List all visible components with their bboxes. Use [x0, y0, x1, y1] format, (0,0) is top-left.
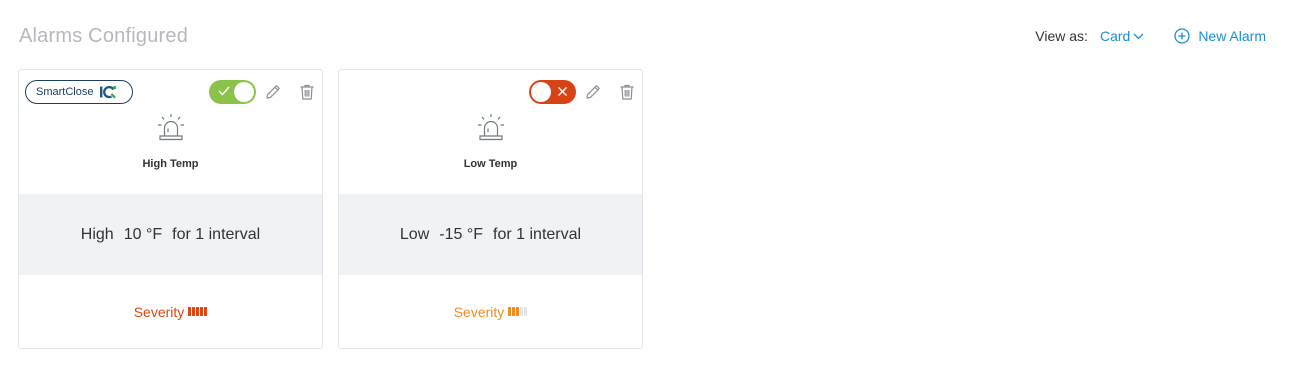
- alarm-condition: Low -15 °F for 1 interval: [339, 194, 642, 275]
- pencil-icon: [266, 85, 280, 99]
- condition-direction: Low: [399, 225, 430, 243]
- severity-bar: [200, 307, 204, 316]
- condition-for: for: [172, 225, 191, 243]
- severity-indicator: Severity: [339, 275, 642, 348]
- alarm-enable-toggle[interactable]: [529, 80, 576, 104]
- view-mode-dropdown[interactable]: Card: [1100, 28, 1144, 44]
- smartclose-badge: SmartClose: [25, 80, 133, 104]
- check-icon: [218, 86, 230, 96]
- new-alarm-button[interactable]: New Alarm: [1174, 28, 1266, 44]
- condition-count: 1: [195, 225, 205, 243]
- severity-label: Severity: [133, 303, 185, 320]
- condition-unit: °F: [145, 225, 163, 243]
- toolbar: View as: Card New Alarm: [1035, 28, 1266, 44]
- severity-label: Severity: [453, 303, 505, 320]
- severity-bars: [508, 307, 528, 316]
- condition-direction: High: [80, 225, 114, 243]
- delete-button[interactable]: [296, 81, 318, 103]
- condition-interval: interval: [529, 225, 582, 243]
- trash-icon: [620, 84, 634, 100]
- severity-bar: [192, 307, 196, 316]
- condition-unit: °F: [466, 225, 484, 243]
- severity-bars: [188, 307, 208, 316]
- page-title: Alarms Configured: [19, 25, 189, 47]
- severity-bar: [188, 307, 192, 316]
- severity-indicator: Severity: [19, 275, 322, 348]
- severity-bar: [196, 307, 200, 316]
- close-icon: [558, 87, 567, 96]
- alarm-name: High Temp: [142, 158, 199, 170]
- alarm-name: Low Temp: [463, 158, 518, 170]
- toggle-knob: [234, 82, 254, 102]
- trash-icon: [300, 84, 314, 100]
- severity-bar: [512, 307, 516, 316]
- toggle-knob: [531, 82, 551, 102]
- severity-bar: [204, 307, 208, 316]
- smartclose-iq-logo: [99, 85, 117, 99]
- edit-button[interactable]: [262, 81, 284, 103]
- delete-button[interactable]: [616, 81, 638, 103]
- alarm-card[interactable]: Low Temp Low -15 °F for 1 interval Sever…: [338, 69, 643, 349]
- severity-bar: [516, 307, 520, 316]
- condition-value: 10: [123, 225, 142, 243]
- alarm-siren-icon: [157, 114, 184, 141]
- condition-value: -15: [439, 225, 463, 243]
- pencil-icon: [586, 85, 600, 99]
- view-as-label: View as:: [1035, 28, 1088, 44]
- condition-count: 1: [516, 225, 526, 243]
- severity-bar: [508, 307, 512, 316]
- alarm-siren-icon: [477, 114, 504, 141]
- alarm-condition: High 10 °F for 1 interval: [19, 194, 322, 275]
- severity-bar: [520, 307, 524, 316]
- chevron-down-icon: [1133, 33, 1144, 39]
- condition-interval: interval: [208, 225, 261, 243]
- edit-button[interactable]: [582, 81, 604, 103]
- severity-bar: [524, 307, 528, 316]
- smartclose-badge-label: SmartClose: [36, 86, 94, 98]
- plus-circle-icon: [1174, 28, 1190, 44]
- condition-for: for: [493, 225, 512, 243]
- new-alarm-label: New Alarm: [1198, 28, 1266, 44]
- alarm-enable-toggle[interactable]: [209, 80, 256, 104]
- view-mode-value: Card: [1099, 28, 1131, 44]
- alarm-card[interactable]: SmartClose High Temp High 10 °F for 1 in…: [18, 69, 323, 349]
